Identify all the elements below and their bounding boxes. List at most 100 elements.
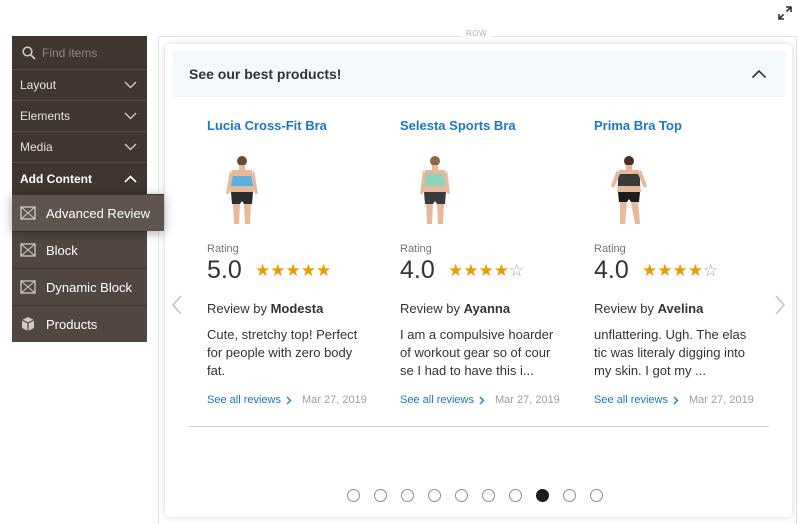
- content-item-products[interactable]: Products: [12, 305, 147, 342]
- carousel-prev-icon[interactable]: [171, 295, 183, 315]
- chevron-down-icon: [124, 143, 137, 151]
- pagination-dot[interactable]: [401, 489, 414, 502]
- fullscreen-icon[interactable]: [778, 6, 792, 20]
- reviewer-name: Modesta: [270, 301, 324, 316]
- star-empty-icon: ☆: [703, 261, 719, 280]
- chevron-up-icon: [124, 174, 137, 183]
- star-rating: ★★★★★: [255, 262, 331, 279]
- category-label: Layout: [20, 78, 57, 92]
- carousel-pagination: [347, 489, 617, 502]
- chevron-right-icon: [673, 396, 679, 404]
- chevron-up-icon[interactable]: [751, 69, 767, 79]
- rating-label: Rating: [400, 243, 432, 255]
- content-item-label: Block: [46, 242, 78, 258]
- content-items-list: Advanced Review Block Dynamic Block Prod…: [12, 194, 164, 342]
- rating-score: 5.0: [207, 256, 242, 284]
- star-filled-icon: ★: [316, 261, 332, 280]
- star-filled-icon: ★: [300, 261, 316, 280]
- star-filled-icon: ★: [642, 261, 658, 280]
- product-card: Lucia Cross-Fit Bra Rating 5.0 ★★★★★ Rev…: [207, 118, 382, 406]
- category-label: Add Content: [20, 171, 92, 186]
- review-meta: See all reviews Mar 27, 2019: [400, 394, 575, 406]
- category-add-content[interactable]: Add Content: [12, 163, 147, 194]
- review-text: unflattering. Ugh. The elas tic was lite…: [594, 327, 747, 378]
- carousel-next-icon[interactable]: [774, 295, 786, 315]
- content-item-block[interactable]: Block: [12, 231, 147, 268]
- star-filled-icon: ★: [285, 261, 301, 280]
- star-filled-icon: ★: [463, 261, 479, 280]
- rating-row: 4.0 ★★★★☆: [400, 256, 575, 285]
- review-date: Mar 27, 2019: [494, 394, 560, 406]
- review-author: Review by Modesta: [207, 301, 324, 316]
- content-panel: Layout Elements Media Add Content Advanc…: [12, 36, 164, 342]
- widget-icon: [20, 242, 36, 258]
- pagination-dot[interactable]: [536, 489, 549, 502]
- review-meta: See all reviews Mar 27, 2019: [594, 394, 769, 406]
- chevron-down-icon: [124, 112, 137, 120]
- rating-score: 4.0: [400, 256, 435, 284]
- row-label: ROW: [462, 29, 492, 38]
- reviewer-name: Avelina: [657, 301, 704, 316]
- widget-icon: [20, 279, 36, 295]
- star-filled-icon: ★: [493, 261, 509, 280]
- rating-label: Rating: [594, 243, 626, 255]
- product-card: Selesta Sports Bra Rating 4.0 ★★★★☆ Revi…: [400, 118, 575, 406]
- category-media[interactable]: Media: [12, 132, 147, 163]
- star-filled-icon: ★: [255, 261, 271, 280]
- see-all-reviews-link[interactable]: See all reviews: [207, 394, 292, 406]
- search-input[interactable]: [42, 45, 142, 60]
- star-filled-icon: ★: [478, 261, 494, 280]
- review-meta: See all reviews Mar 27, 2019: [207, 394, 382, 406]
- product-image[interactable]: [413, 154, 457, 226]
- category-label: Media: [20, 140, 53, 154]
- product-name-link[interactable]: Prima Bra Top: [594, 118, 769, 138]
- star-filled-icon: ★: [448, 261, 464, 280]
- review-date: Mar 27, 2019: [301, 394, 367, 406]
- chevron-right-icon: [479, 396, 485, 404]
- product-name-link[interactable]: Lucia Cross-Fit Bra: [207, 118, 382, 138]
- rating-label: Rating: [207, 243, 239, 255]
- pagination-dot[interactable]: [563, 489, 576, 502]
- product-name-link[interactable]: Selesta Sports Bra: [400, 118, 575, 138]
- review-date: Mar 27, 2019: [688, 394, 754, 406]
- category-layout[interactable]: Layout: [12, 70, 147, 101]
- star-filled-icon: ★: [687, 261, 703, 280]
- pagination-dot[interactable]: [374, 489, 387, 502]
- content-item-label: Advanced Review: [46, 205, 151, 221]
- product-image[interactable]: [220, 154, 264, 226]
- star-rating: ★★★★☆: [642, 262, 718, 279]
- pagination-dot[interactable]: [428, 489, 441, 502]
- star-filled-icon: ★: [657, 261, 673, 280]
- content-item-label: Products: [46, 316, 98, 332]
- content-item-label: Dynamic Block: [46, 279, 132, 295]
- review-text: I am a compulsive hoarder of workout gea…: [400, 327, 554, 378]
- chevron-right-icon: [286, 396, 292, 404]
- pagination-dot[interactable]: [590, 489, 603, 502]
- star-rating: ★★★★☆: [448, 262, 524, 279]
- pagination-dot[interactable]: [455, 489, 468, 502]
- content-item-dynamic-block[interactable]: Dynamic Block: [12, 268, 147, 305]
- review-author: Review by Avelina: [594, 301, 704, 316]
- category-elements[interactable]: Elements: [12, 101, 147, 132]
- see-all-reviews-link[interactable]: See all reviews: [594, 394, 679, 406]
- rating-score: 4.0: [594, 256, 629, 284]
- widget-header[interactable]: See our best products!: [172, 51, 785, 97]
- see-all-reviews-link[interactable]: See all reviews: [400, 394, 485, 406]
- pagination-dot[interactable]: [347, 489, 360, 502]
- cube-icon: [20, 316, 36, 332]
- content-item-advanced-review[interactable]: Advanced Review: [12, 194, 164, 231]
- review-author: Review by Ayanna: [400, 301, 511, 316]
- star-empty-icon: ☆: [509, 261, 525, 280]
- star-filled-icon: ★: [672, 261, 688, 280]
- category-label: Elements: [20, 109, 71, 123]
- pagination-dot[interactable]: [482, 489, 495, 502]
- rating-row: 5.0 ★★★★★: [207, 256, 382, 285]
- rating-row: 4.0 ★★★★☆: [594, 256, 769, 285]
- search-box[interactable]: [12, 36, 147, 70]
- product-image[interactable]: [607, 154, 651, 226]
- widget-icon: [20, 205, 36, 221]
- divider: [189, 426, 769, 427]
- pagination-dot[interactable]: [509, 489, 522, 502]
- chevron-down-icon: [124, 81, 137, 89]
- review-text: Cute, stretchy top! Perfect for people w…: [207, 327, 358, 378]
